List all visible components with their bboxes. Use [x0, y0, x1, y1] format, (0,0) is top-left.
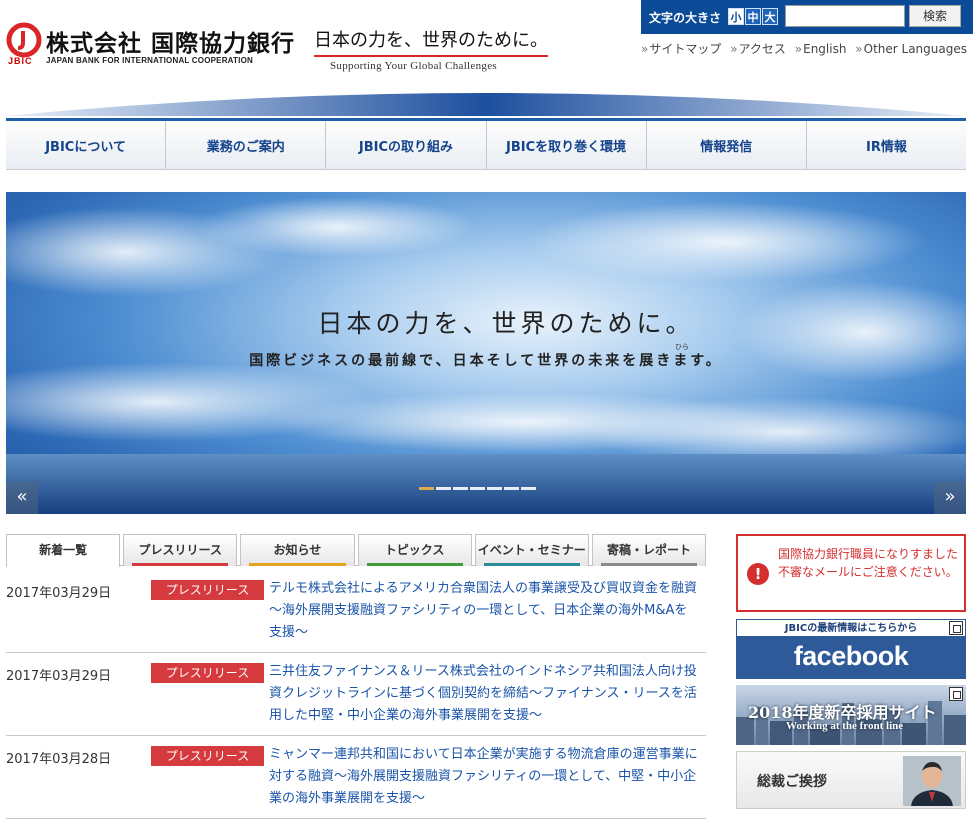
logo-name-en: JAPAN BANK FOR INTERNATIONAL COOPERATION: [46, 56, 253, 65]
news-item: 2017年03月28日 プレスリリース ミャンマー連邦共和国において日本企業が実…: [6, 736, 706, 819]
tab-notices[interactable]: お知らせ: [240, 534, 355, 566]
hero-slider: 日本の力を、世界のために。 ひら 国際ビジネスの最前線で、日本そして世界の未来を…: [6, 192, 966, 514]
search-input[interactable]: [785, 5, 905, 27]
logo-name-ja: 株式会社 国際協力銀行: [46, 31, 296, 57]
slide-indicators: [419, 487, 536, 490]
slide-prev-button[interactable]: «: [6, 482, 38, 514]
tagline: 日本の力を、世界のために。 Supporting Your Global Cha…: [314, 26, 554, 72]
font-size-small-button[interactable]: 小: [728, 8, 744, 25]
nav-about-jbic[interactable]: JBICについて: [6, 121, 167, 169]
slide-dot[interactable]: [487, 487, 502, 490]
search-button[interactable]: 検索: [909, 5, 961, 27]
facebook-banner[interactable]: JBICの最新情報はこちらから facebook: [736, 619, 966, 679]
category-badge: プレスリリース: [151, 746, 264, 766]
tab-contributions-reports[interactable]: 寄稿・レポート: [591, 534, 707, 566]
tab-all-news[interactable]: 新着一覧: [6, 534, 121, 567]
news-date: 2017年03月28日: [6, 752, 112, 767]
tab-events-seminars[interactable]: イベント・セミナー: [474, 534, 589, 566]
exclamation-icon: !: [747, 563, 769, 585]
facebook-banner-caption: JBICの最新情報はこちらから: [736, 619, 966, 637]
font-size-label: 文字の大きさ: [649, 11, 722, 25]
tab-press-releases[interactable]: プレスリリース: [123, 534, 238, 566]
nav-ir[interactable]: IR情報: [807, 121, 966, 169]
news-date: 2017年03月29日: [6, 586, 112, 601]
hero-subtitle: 国際ビジネスの最前線で、日本そして世界の未来を展きます。: [249, 353, 723, 369]
recruitment-banner[interactable]: 2018年度新卒採用サイト Working at the front line: [736, 685, 966, 745]
tagline-ja: 日本の力を、世界のために。: [314, 26, 548, 57]
jbic-logo-mark-icon: [6, 22, 42, 58]
access-link[interactable]: アクセス: [730, 42, 786, 56]
president-greeting-banner[interactable]: 総裁ご挨拶: [736, 751, 966, 809]
utility-links: サイトマップ アクセス English Other Languages: [641, 40, 973, 57]
utility-bar: 文字の大きさ 小 中 大 検索: [641, 0, 973, 34]
greeting-label: 総裁ご挨拶: [757, 774, 827, 790]
nav-initiatives[interactable]: JBICの取り組み: [326, 121, 487, 169]
tab-topics[interactable]: トピックス: [357, 534, 472, 566]
jbic-logo[interactable]: JBIC 株式会社 国際協力銀行 JAPAN BANK FOR INTERNAT…: [6, 22, 294, 68]
logo-jbic-text: JBIC: [8, 56, 33, 66]
header-swoosh: [6, 93, 966, 116]
news-link[interactable]: 三井住友ファイナンス＆リース株式会社のインドネシア共和国法人向け投資クレジットラ…: [269, 661, 699, 727]
alert-text: 国際協力銀行職員になりすました不審なメールにご注意ください。: [778, 547, 959, 579]
external-link-icon: [949, 621, 963, 635]
category-badge: プレスリリース: [151, 580, 264, 600]
nav-information[interactable]: 情報発信: [647, 121, 807, 169]
slide-dot[interactable]: [470, 487, 485, 490]
news-link[interactable]: ミャンマー連邦共和国において日本企業が実施する物流倉庫の運営事業に対する融資～海…: [269, 744, 699, 810]
news-item: 2017年03月29日 プレスリリース テルモ株式会社によるアメリカ合衆国法人の…: [6, 570, 706, 653]
slide-dot[interactable]: [419, 487, 434, 490]
slide-next-button[interactable]: »: [934, 482, 966, 514]
news-list: 2017年03月29日 プレスリリース テルモ株式会社によるアメリカ合衆国法人の…: [6, 570, 706, 819]
slide-dot[interactable]: [521, 487, 536, 490]
nav-environment[interactable]: JBICを取り巻く環境: [487, 121, 647, 169]
external-link-icon: [949, 687, 963, 701]
font-size-large-button[interactable]: 大: [762, 8, 778, 25]
recruitment-subtitle: Working at the front line: [786, 720, 904, 732]
news-item: 2017年03月29日 プレスリリース 三井住友ファイナンス＆リース株式会社のイ…: [6, 653, 706, 736]
slide-dot[interactable]: [453, 487, 468, 490]
sitemap-link[interactable]: サイトマップ: [641, 42, 721, 56]
slide-dot[interactable]: [436, 487, 451, 490]
hero-title: 日本の力を、世界のために。: [317, 309, 695, 338]
news-tabs: 新着一覧 プレスリリース お知らせ トピックス イベント・セミナー 寄稿・レポー…: [6, 534, 707, 567]
slide-dot[interactable]: [504, 487, 519, 490]
nav-operations[interactable]: 業務のご案内: [166, 121, 327, 169]
news-link[interactable]: テルモ株式会社によるアメリカ合衆国法人の事業譲受及び買収資金を融資～海外展開支援…: [269, 578, 699, 644]
category-badge: プレスリリース: [151, 663, 264, 683]
global-nav: JBICについて 業務のご案内 JBICの取り組み JBICを取り巻く環境 情報…: [6, 118, 966, 170]
news-date: 2017年03月29日: [6, 669, 112, 684]
english-link[interactable]: English: [795, 42, 847, 56]
facebook-logo: facebook: [793, 641, 909, 671]
phishing-alert-banner[interactable]: ! 国際協力銀行職員になりすました不審なメールにご注意ください。: [736, 534, 966, 612]
font-size-medium-button[interactable]: 中: [745, 8, 761, 25]
other-languages-link[interactable]: Other Languages: [855, 42, 967, 56]
president-photo: [903, 756, 961, 806]
tagline-en: Supporting Your Global Challenges: [330, 60, 497, 72]
